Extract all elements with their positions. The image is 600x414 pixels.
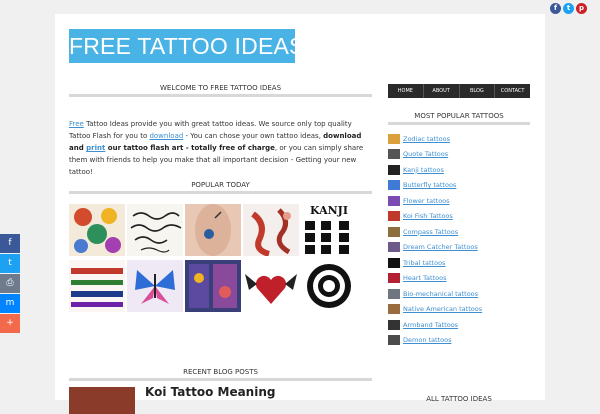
pinterest-icon[interactable]: p [576,3,587,14]
list-item-label[interactable]: Koi Fish Tattoos [403,212,453,220]
popular-today-heading: POPULAR TODAY [191,181,250,189]
divider [69,191,372,194]
thumbnail-icon [388,288,400,299]
page-container: FREE TATTOO IDEAS WELCOME TO FREE TATTOO… [55,14,545,414]
tattoo-thumbnail-zodiac[interactable] [69,204,125,256]
nav-blog[interactable]: BLOG [460,84,496,98]
sleeve-art-icon [189,264,237,308]
plus-icon[interactable]: + [0,314,20,333]
list-item-label[interactable]: Demon tattoos [403,336,451,344]
kanji-characters-icon [305,221,349,254]
tattoo-thumbnail-tribal[interactable] [301,260,357,312]
list-item[interactable]: Koi Fish Tattoos [388,209,530,225]
list-item-label[interactable]: Butterfly tattoos [403,181,456,189]
print-icon[interactable]: ⎙ [0,274,20,293]
armband-icon [71,268,123,307]
list-item-label[interactable]: Zodiac tattoos [403,135,450,143]
koi-fish-icon [251,208,291,256]
blog-post-thumbnail[interactable] [69,387,135,414]
popular-tattoos-list: Zodiac tattoos Quote Tattoos Kanji tatto… [388,131,530,348]
thumbnail-icon [388,149,400,160]
list-item[interactable]: Native American tattoos [388,302,530,318]
list-item[interactable]: Heart Tattoos [388,271,530,287]
thumbnail-icon [388,242,400,253]
tattoo-thumbnail-armband[interactable] [69,260,125,312]
facebook-icon[interactable]: f [0,234,20,253]
thumbnail-icon [388,304,400,315]
wrist-tattoo-icon [195,204,231,256]
thumbnail-icon [388,257,400,268]
nav-contact[interactable]: CONTACT [495,84,530,98]
list-item[interactable]: Butterfly tattoos [388,178,530,194]
thumbnail-icon [388,273,400,284]
thumbnail-icon [388,226,400,237]
blog-post-title[interactable]: Koi Tattoo Meaning [145,385,275,399]
divider [69,94,372,97]
list-item-label[interactable]: Compass Tattoos [403,228,458,236]
list-item-label[interactable]: Bio-mechanical tattoos [403,290,478,298]
list-item[interactable]: Tribal tattoos [388,255,530,271]
all-tattoo-ideas-heading: ALL TATTOO IDEAS [426,395,492,403]
list-item-label[interactable]: Armband Tattoos [403,321,458,329]
tattoo-thumbnail-koi[interactable] [243,204,299,256]
list-item[interactable]: Compass Tattoos [388,224,530,240]
tattoo-thumbnail-sleeve[interactable] [185,260,241,312]
butterfly-icon [135,270,175,304]
main-nav: HOME ABOUT BLOG CONTACT [388,84,530,98]
twitter-icon[interactable]: t [0,254,20,273]
thumbnail-icon [388,335,400,346]
intro-paragraph: Free Tattoo Ideas provide you with great… [69,118,372,178]
list-item[interactable]: Demon tattoos [388,333,530,349]
intro-text: - You can chose your own tattoo ideas, [183,132,324,140]
print-link[interactable]: print [86,144,105,152]
facebook-icon[interactable]: f [550,3,561,14]
thumbnail-icon [388,319,400,330]
most-popular-heading: MOST POPULAR TATTOOS [414,112,504,120]
kanji-label: KANJI [309,204,349,217]
list-item-label[interactable]: Heart Tattoos [403,274,446,282]
dragon-art-icon [74,208,121,253]
recent-posts-heading: RECENT BLOG POSTS [183,368,258,376]
list-item-label[interactable]: Native American tattoos [403,305,482,313]
nav-about[interactable]: ABOUT [424,84,460,98]
list-item-label[interactable]: Flower tattoos [403,197,450,205]
list-item-label[interactable]: Quote Tattoos [403,150,448,158]
list-item-label[interactable]: Tribal tattoos [403,259,445,267]
list-item[interactable]: Zodiac tattoos [388,131,530,147]
list-item-label[interactable]: Kanji tattoos [403,166,444,174]
thumbnail-icon [388,164,400,175]
free-link[interactable]: Free [69,120,84,128]
script-lettering-icon [130,212,182,253]
site-logo[interactable]: FREE TATTOO IDEAS [69,29,304,63]
tattoo-thumbnail-quote[interactable] [127,204,183,256]
nav-home[interactable]: HOME [388,84,424,98]
tribal-maze-icon [307,264,351,308]
thumbnail-icon [388,133,400,144]
tattoo-thumbnail-wrist[interactable] [185,204,241,256]
list-item[interactable]: Kanji tattoos [388,162,530,178]
list-item[interactable]: Flower tattoos [388,193,530,209]
divider [388,122,530,125]
divider [69,378,372,381]
list-item[interactable]: Quote Tattoos [388,147,530,163]
list-item[interactable]: Bio-mechanical tattoos [388,286,530,302]
tattoo-thumbnail-heart[interactable] [243,260,299,312]
messenger-icon[interactable]: m [0,294,20,313]
intro-bold: our tattoo flash art - totally free of c… [105,144,275,152]
twitter-icon[interactable]: t [563,3,574,14]
tattoo-thumbnail-kanji[interactable]: KANJI [301,204,357,256]
welcome-heading: WELCOME TO FREE TATTOO IDEAS [159,84,282,92]
thumbnail-icon [388,211,400,222]
tattoo-thumbnail-butterfly[interactable] [127,260,183,312]
winged-heart-icon [245,274,297,304]
list-item-label[interactable]: Dream Catcher Tattoos [403,243,478,251]
thumbnail-icon [388,195,400,206]
download-link[interactable]: download [149,132,183,140]
thumbnail-icon [388,180,400,191]
list-item[interactable]: Armband Tattoos [388,317,530,333]
list-item[interactable]: Dream Catcher Tattoos [388,240,530,256]
